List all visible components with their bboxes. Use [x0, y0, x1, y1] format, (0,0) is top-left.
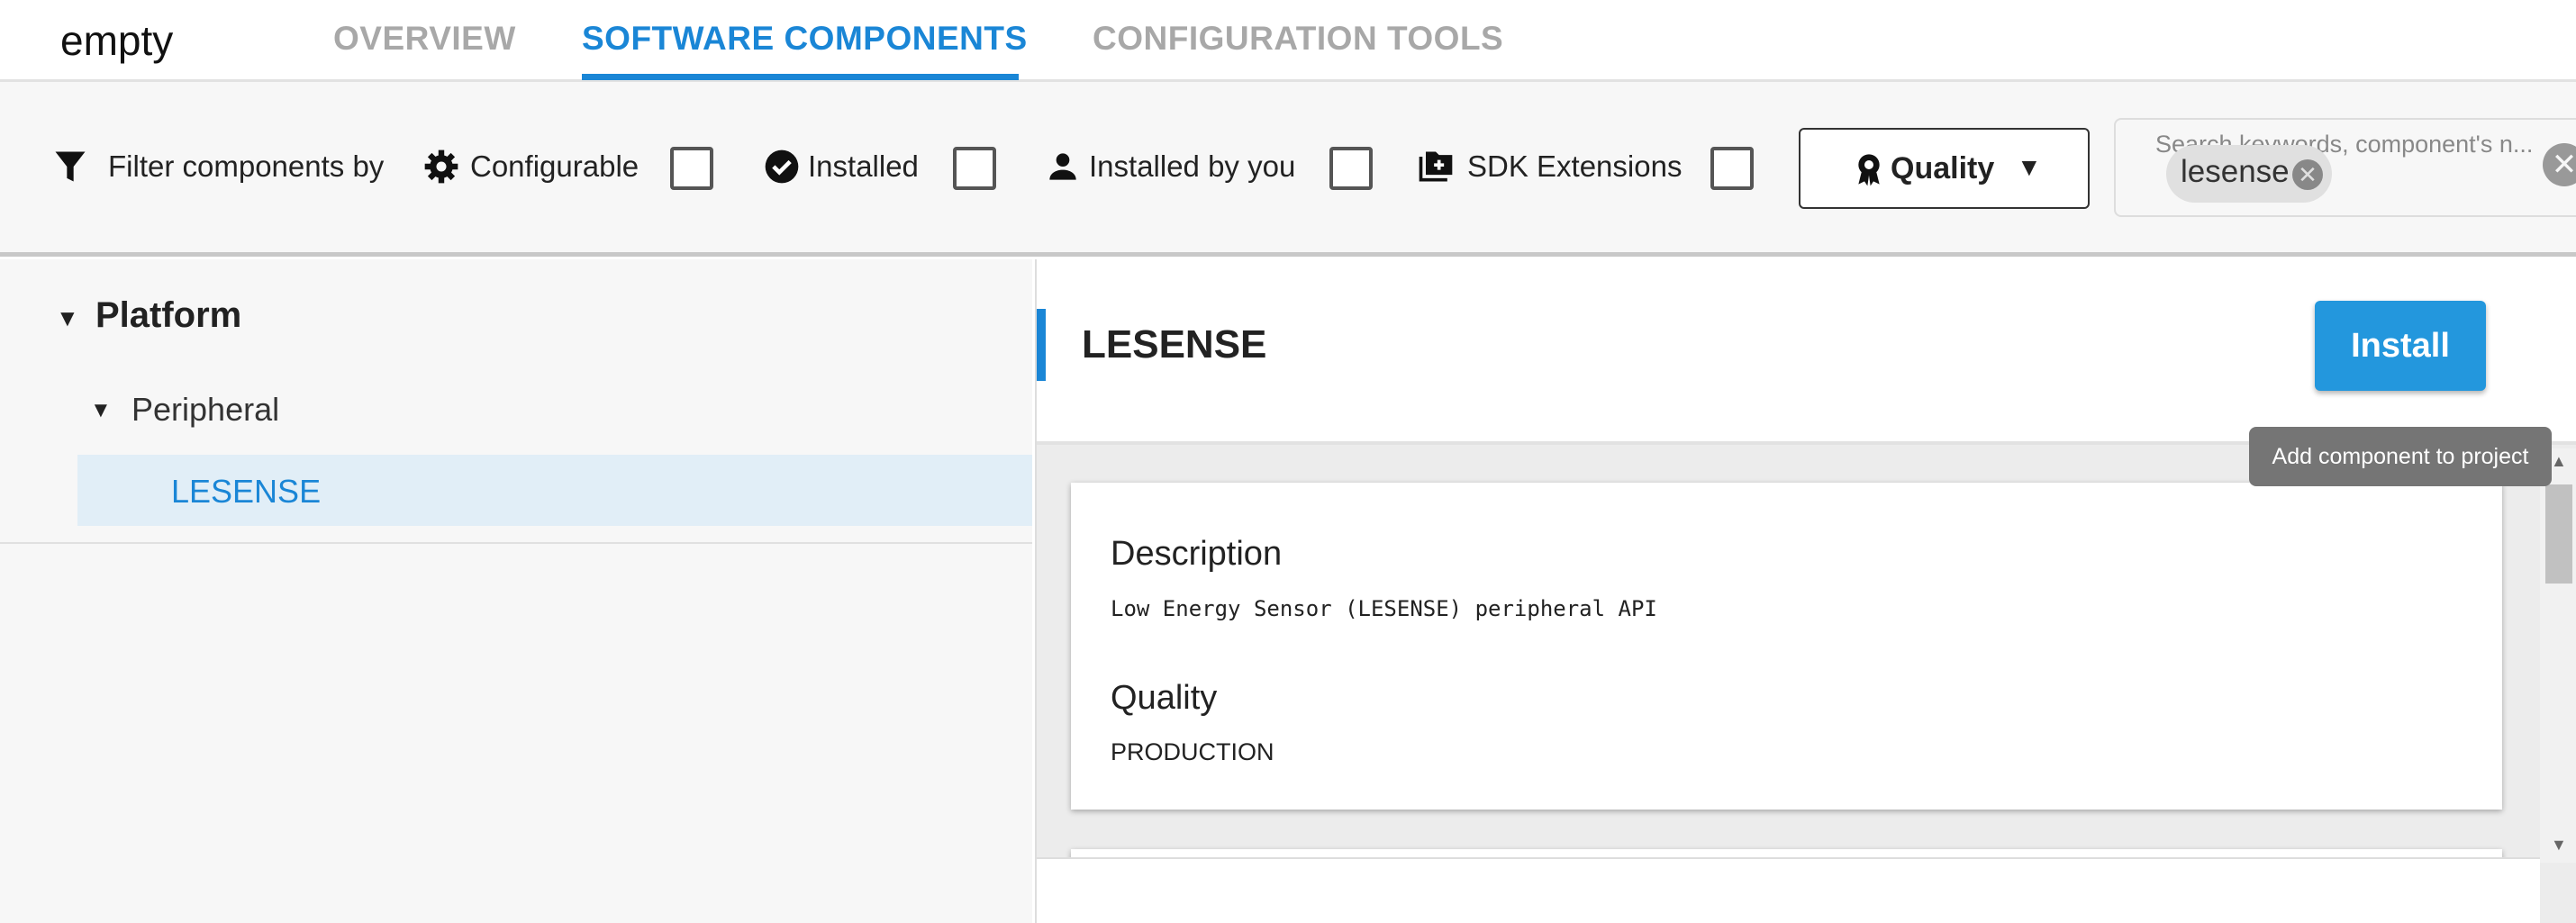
- filter-installed-by-you-checkbox[interactable]: [1329, 147, 1373, 190]
- caret-down-icon: ▼: [2017, 153, 2042, 181]
- filter-sdk-extensions-checkbox[interactable]: [1710, 147, 1754, 190]
- filter-configurable-label: Configurable: [470, 149, 639, 183]
- award-icon: [1858, 154, 1880, 186]
- component-tree: ▼ Platform ▼ Peripheral LESENSE: [0, 259, 1032, 923]
- expand-arrow-icon[interactable]: ▼: [90, 398, 112, 423]
- tree-item-peripheral[interactable]: Peripheral: [132, 391, 279, 429]
- description-card: Description Low Energy Sensor (LESENSE) …: [1071, 483, 2502, 810]
- scroll-down-icon[interactable]: ▼: [2551, 836, 2567, 855]
- scrollbar-thumb[interactable]: [2545, 484, 2572, 584]
- clear-search-icon[interactable]: ✕: [2543, 143, 2576, 186]
- quality-dropdown[interactable]: Quality ▼: [1799, 128, 2090, 209]
- quality-heading: Quality: [1111, 679, 1218, 717]
- filter-installed-by-you-label: Installed by you: [1089, 149, 1296, 183]
- filter-sdk-extensions-label: SDK Extensions: [1467, 149, 1683, 183]
- tree-item-lesense-label: LESENSE: [171, 473, 322, 510]
- details-header: LESENSE Install: [1037, 259, 2576, 445]
- search-input[interactable]: Search keywords, component's n... lesens…: [2114, 118, 2576, 217]
- tree-item-lesense[interactable]: LESENSE: [77, 455, 1032, 526]
- accent-bar: [1037, 309, 1046, 381]
- component-details: LESENSE Install Add component to project…: [1035, 259, 2576, 923]
- header: empty OVERVIEW SOFTWARE COMPONENTS CONFI…: [0, 0, 2576, 82]
- install-button[interactable]: Install: [2315, 301, 2486, 391]
- filter-installed-label: Installed: [808, 149, 919, 183]
- expand-arrow-icon[interactable]: ▼: [56, 304, 79, 332]
- search-chip: lesense ✕: [2166, 145, 2332, 203]
- tab-software-components[interactable]: SOFTWARE COMPONENTS: [582, 20, 1028, 58]
- scrollbar[interactable]: ▲ ▼: [2540, 448, 2576, 863]
- scroll-up-icon[interactable]: ▲: [2551, 452, 2567, 471]
- quality-value: PRODUCTION: [1111, 738, 1274, 765]
- tree-item-platform[interactable]: Platform: [95, 295, 241, 336]
- gear-icon: [424, 149, 458, 184]
- quality-label: Quality: [1891, 151, 1995, 186]
- filter-configurable-checkbox[interactable]: [670, 147, 713, 190]
- component-title: LESENSE: [1082, 322, 1267, 366]
- tab-configuration-tools[interactable]: CONFIGURATION TOOLS: [1093, 20, 1503, 58]
- chip-remove-icon[interactable]: ✕: [2292, 159, 2323, 190]
- check-circle-icon: [765, 149, 799, 184]
- footer-strip: [1037, 857, 2540, 923]
- filter-label: Filter components by: [108, 149, 385, 183]
- filter-installed-checkbox[interactable]: [953, 147, 996, 190]
- folder-plus-icon: [1419, 151, 1453, 182]
- active-tab-indicator: [582, 74, 1019, 80]
- tab-overview[interactable]: OVERVIEW: [333, 20, 516, 58]
- description-heading: Description: [1111, 535, 1283, 573]
- search-chip-label: lesense: [2181, 154, 2290, 189]
- install-tooltip: Add component to project: [2249, 427, 2552, 486]
- divider: [0, 542, 1032, 544]
- description-text: Low Energy Sensor (LESENSE) peripheral A…: [1111, 596, 1657, 621]
- project-title: empty: [60, 17, 174, 64]
- person-icon: [1049, 153, 1076, 180]
- filter-icon: [55, 151, 86, 182]
- filter-bar: Filter components by Configurable Instal…: [0, 82, 2576, 257]
